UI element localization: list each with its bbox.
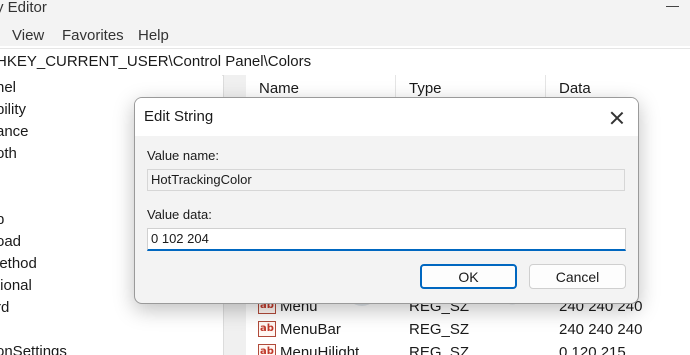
close-icon[interactable] <box>609 110 625 126</box>
string-value-icon: ab <box>258 321 276 337</box>
value-data: 240 240 240 <box>559 321 643 338</box>
tree-item[interactable]: ance <box>0 123 29 140</box>
title-bar: y Editor <box>0 0 690 22</box>
value-name-field: HotTrackingColor <box>147 169 625 191</box>
list-row[interactable]: ab MenuBar REG_SZ 240 240 240 <box>246 319 690 341</box>
tree-item[interactable]: nel <box>0 79 16 96</box>
value-name: MenuBar <box>280 321 341 338</box>
ok-button[interactable]: OK <box>420 264 517 289</box>
tree-item[interactable]: rd <box>0 299 9 316</box>
dialog-title: Edit String <box>144 108 214 125</box>
tree-item[interactable]: bility <box>0 101 26 118</box>
tree-item[interactable]: onSettings <box>0 343 67 355</box>
menu-bar: View Favorites Help <box>0 22 690 46</box>
tree-item[interactable]: oad <box>0 233 21 250</box>
value-type: REG_SZ <box>409 321 470 338</box>
menu-help[interactable]: Help <box>138 27 169 44</box>
value-name: MenuHilight <box>280 344 360 355</box>
tree-item[interactable]: oth <box>0 145 17 162</box>
cancel-button[interactable]: Cancel <box>529 264 626 289</box>
dialog-title-bar: Edit String <box>135 98 638 136</box>
string-value-icon: ab <box>258 344 276 355</box>
address-path: HKEY_CURRENT_USER\Control Panel\Colors <box>0 53 312 70</box>
value-name-label: Value name: <box>147 148 220 163</box>
value-data-label: Value data: <box>147 207 212 222</box>
value-data: 0 120 215 <box>559 344 626 355</box>
address-bar[interactable]: HKEY_CURRENT_USER\Control Panel\Colors <box>0 48 690 76</box>
list-row[interactable]: ab MenuHilight REG_SZ 0 120 215 <box>246 342 690 355</box>
menu-view[interactable]: View <box>12 27 44 44</box>
edit-string-dialog: Edit String Value name: HotTrackingColor… <box>134 97 639 304</box>
minimize-icon[interactable] <box>666 2 680 10</box>
tree-item[interactable]: p <box>0 211 4 228</box>
tree-item[interactable]: lethod <box>0 255 37 272</box>
menu-favorites[interactable]: Favorites <box>62 27 124 44</box>
value-data-input[interactable]: 0 102 204 <box>147 228 626 251</box>
window-title: y Editor <box>0 0 47 16</box>
value-type: REG_SZ <box>409 344 470 355</box>
tree-item[interactable]: tional <box>0 277 32 294</box>
